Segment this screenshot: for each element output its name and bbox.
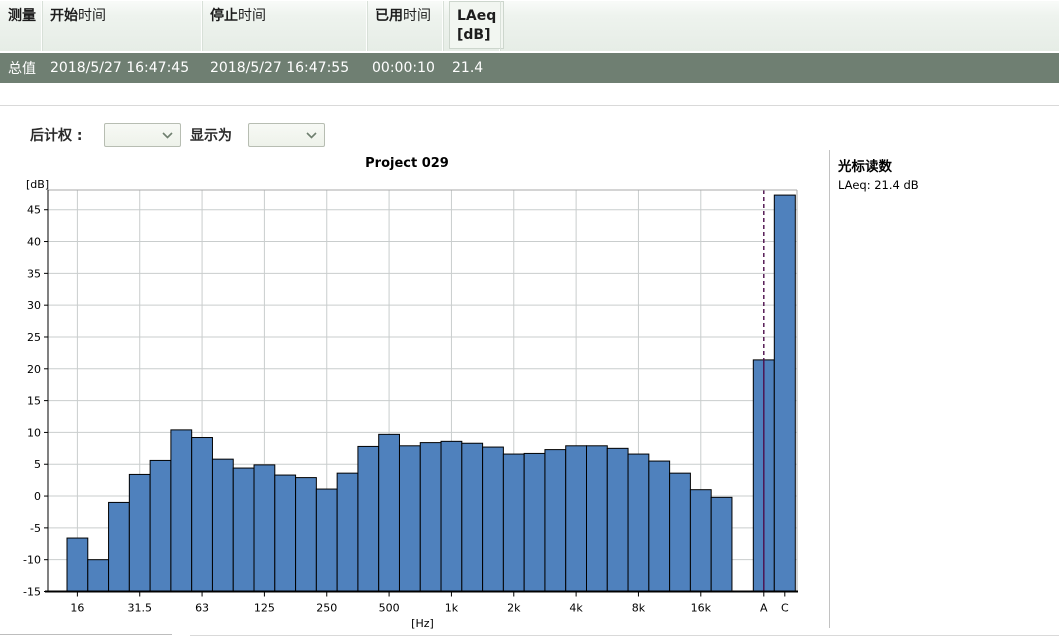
spectrum-bar-2k[interactable]: [503, 454, 524, 591]
spectrum-bar-63[interactable]: [192, 438, 213, 592]
laeq-header-line2: [dB]: [457, 26, 503, 45]
col-header-measurement-label: 测量: [8, 8, 36, 24]
svg-text:1k: 1k: [445, 602, 459, 615]
svg-text:31.5: 31.5: [127, 602, 152, 615]
spectrum-bar-10k[interactable]: [649, 461, 670, 591]
spectrum-bar-6.3k[interactable]: [607, 448, 628, 591]
svg-text:[Hz]: [Hz]: [411, 617, 434, 630]
display-as-select[interactable]: [248, 123, 325, 147]
col-header-elapsed-bold: 已用: [375, 8, 403, 24]
spectrum-bar-100[interactable]: [233, 468, 254, 591]
svg-text:40: 40: [27, 236, 41, 249]
spectrum-bar-5k[interactable]: [587, 446, 608, 592]
spectrum-bar-125[interactable]: [254, 465, 275, 592]
col-header-filler: [500, 1, 1059, 51]
col-header-measurement: 测量: [0, 1, 42, 51]
col-header-start-bold: 开始: [50, 8, 78, 24]
svg-text:C: C: [781, 602, 789, 615]
spectrum-bar-2.5k[interactable]: [524, 453, 545, 591]
svg-text:0: 0: [34, 490, 41, 503]
svg-text:A: A: [760, 602, 768, 615]
row-stop-time: 2018/5/27 16:47:55: [202, 60, 367, 76]
spectrum-bar-25[interactable]: [109, 502, 130, 591]
spectrum-bar-1.25k[interactable]: [462, 443, 483, 591]
spectrum-bar-C[interactable]: [774, 195, 795, 591]
spectrum-bar-630[interactable]: [399, 446, 420, 592]
svg-text:-5: -5: [30, 522, 41, 535]
measurement-table-header: 测量 开始时间 停止时间 已用时间 LAeq [dB]: [0, 0, 1059, 51]
svg-text:[dB]: [dB]: [26, 178, 49, 191]
svg-text:45: 45: [27, 204, 41, 217]
spectrum-bar-1k[interactable]: [441, 441, 462, 591]
spectrum-bar-160[interactable]: [275, 475, 296, 591]
svg-text:16: 16: [70, 602, 84, 615]
col-header-start-rest: 时间: [78, 8, 106, 24]
filter-bar: 后计权 : 显示为: [0, 118, 830, 154]
svg-text:25: 25: [27, 331, 41, 344]
cursor-readout-title: 光标读数: [838, 155, 1053, 175]
svg-text:15: 15: [27, 395, 41, 408]
cursor-laeq-reading: LAeq: 21.4 dB: [838, 178, 1053, 192]
col-header-stop-rest: 时间: [238, 8, 266, 24]
svg-text:-15: -15: [23, 586, 41, 599]
spectrum-bar-3.15k[interactable]: [545, 450, 566, 592]
col-header-stop-time: 停止时间: [202, 1, 367, 51]
spectrum-bar-8k[interactable]: [628, 454, 649, 591]
laeq-header-line1: LAeq: [457, 7, 503, 26]
svg-text:500: 500: [379, 602, 400, 615]
spectrum-bar-80[interactable]: [212, 459, 233, 591]
spectrum-bar-20k[interactable]: [711, 497, 732, 591]
display-as-label: 显示为: [190, 125, 232, 145]
svg-text:16k: 16k: [691, 602, 712, 615]
row-measurement-name: 总值: [0, 58, 42, 78]
svg-text:-10: -10: [23, 554, 41, 567]
spectrum-bar-315[interactable]: [337, 473, 358, 591]
spectrum-bar-31.5[interactable]: [129, 474, 150, 591]
spectrum-chart-svg[interactable]: 45 40 35 30 25 20 15 10 5 0 -5 -10 -15 16 31.5 63 125 250…: [0, 150, 830, 639]
svg-text:250: 250: [316, 602, 337, 615]
spectrum-bar-16k[interactable]: [690, 490, 711, 592]
spectrum-bar-200[interactable]: [296, 478, 317, 592]
spectrum-bar-50[interactable]: [171, 430, 192, 592]
row-laeq-value: 21.4: [443, 60, 500, 76]
app-window: 测量 开始时间 停止时间 已用时间 LAeq [dB] 总值 2018/5/27…: [0, 0, 1059, 639]
measurement-table: 测量 开始时间 停止时间 已用时间 LAeq [dB] 总值 2018/5/27…: [0, 0, 1059, 83]
spectrum-bar-12.5k[interactable]: [670, 473, 691, 591]
spectrum-bar-1.6k[interactable]: [483, 447, 504, 591]
post-weighting-label: 后计权 :: [30, 125, 82, 145]
svg-text:10: 10: [27, 426, 41, 439]
spectrum-bar-16[interactable]: [67, 538, 88, 591]
col-header-elapsed-time: 已用时间: [367, 1, 443, 51]
row-elapsed-time: 00:00:10: [367, 60, 443, 76]
laeq-header-selected-box[interactable]: LAeq [dB]: [449, 1, 504, 49]
spectrum-bar-4k[interactable]: [566, 446, 587, 592]
svg-text:4k: 4k: [569, 602, 583, 615]
svg-text:30: 30: [27, 299, 41, 312]
spectrum-bar-800[interactable]: [420, 443, 441, 592]
svg-text:20: 20: [27, 363, 41, 376]
svg-text:63: 63: [195, 602, 209, 615]
bottom-divider-left: [0, 634, 172, 635]
spectrum-bar-400[interactable]: [358, 446, 379, 591]
spectrum-bar-20[interactable]: [88, 560, 109, 592]
post-weighting-select[interactable]: [104, 123, 181, 147]
bottom-divider-right: [190, 635, 1059, 636]
svg-text:2k: 2k: [507, 602, 521, 615]
svg-text:35: 35: [27, 267, 41, 280]
col-header-start-time: 开始时间: [42, 1, 202, 51]
row-start-time: 2018/5/27 16:47:45: [42, 60, 202, 76]
chart-panel-divider: [829, 150, 830, 628]
svg-text:125: 125: [254, 602, 275, 615]
col-header-elapsed-rest: 时间: [403, 8, 431, 24]
svg-text:5: 5: [34, 458, 41, 471]
spectrum-bar-40[interactable]: [150, 460, 171, 591]
spectrum-bar-250[interactable]: [316, 489, 337, 591]
spectrum-bar-500[interactable]: [379, 434, 400, 591]
cursor-readout-panel: 光标读数 LAeq: 21.4 dB: [838, 155, 1053, 192]
table-row-total[interactable]: 总值 2018/5/27 16:47:45 2018/5/27 16:47:55…: [0, 53, 1059, 83]
col-header-stop-bold: 停止: [210, 8, 238, 24]
col-header-laeq[interactable]: LAeq [dB]: [443, 1, 500, 51]
header-divider: [0, 105, 1059, 106]
svg-text:8k: 8k: [632, 602, 646, 615]
